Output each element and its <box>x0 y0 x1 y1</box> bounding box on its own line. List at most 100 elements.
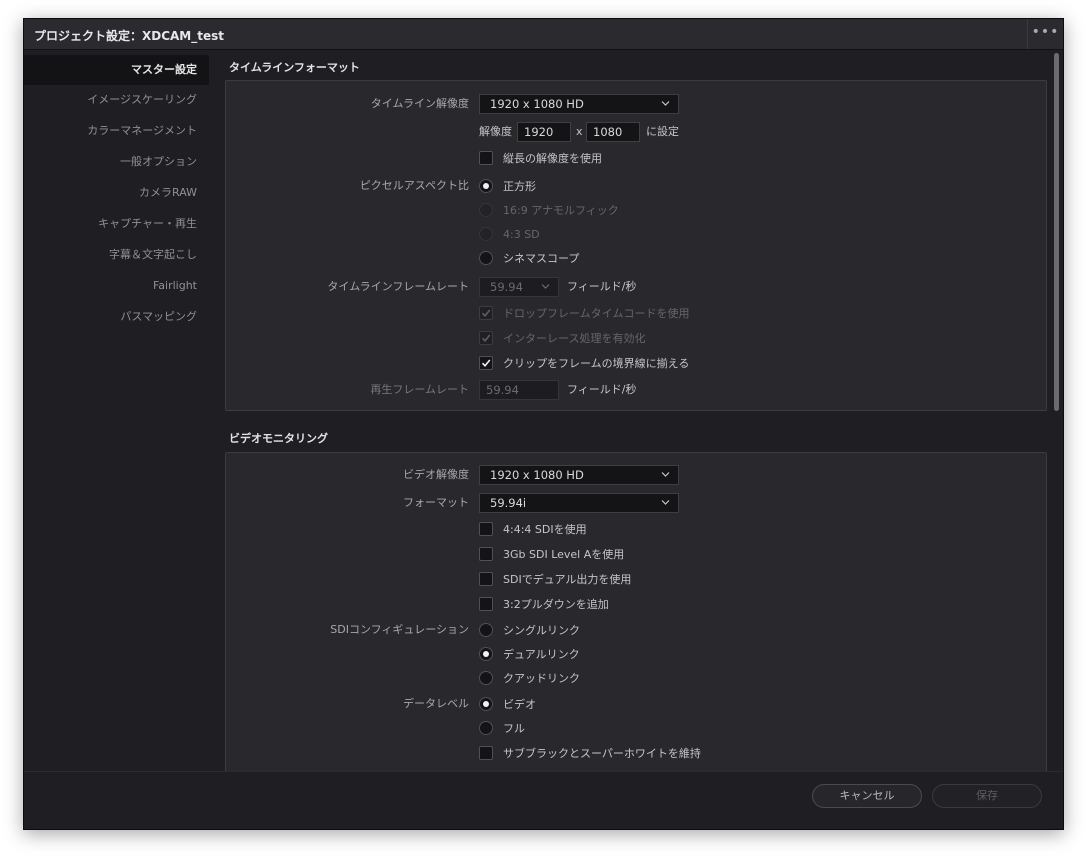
retain-sub-black-checkbox-row[interactable]: サブブラックとスーパーホワイトを維持 <box>479 743 701 763</box>
video-monitoring-title: ビデオモニタリング <box>229 432 328 445</box>
settings-sidebar: マスター設定 イメージスケーリング カラーマネージメント 一般オプション カメラ… <box>24 51 209 829</box>
interlace-label: インターレース処理を有効化 <box>503 332 646 345</box>
project-settings-window: プロジェクト設定：XDCAM_test ••• マスター設定 イメージスケーリン… <box>23 18 1064 830</box>
dual-output-label: SDIでデュアル出力を使用 <box>503 573 632 586</box>
timeline-frame-rate-value: 59.94 <box>490 280 523 294</box>
radio-disabled <box>479 227 493 241</box>
pixel-aspect-square-label: 正方形 <box>503 180 536 193</box>
radio-unselected[interactable] <box>479 721 493 735</box>
video-format-label: フォーマット <box>403 496 469 509</box>
fields-per-second-label: フィールド/秒 <box>567 280 637 293</box>
pixel-aspect-cinemascope-radio[interactable]: シネマスコープ <box>479 248 579 268</box>
sidebar-item-general-options[interactable]: 一般オプション <box>24 147 209 177</box>
use-3gb-sdi-label: 3Gb SDI Level Aを使用 <box>503 548 625 561</box>
vertical-resolution-label: 縦長の解像度を使用 <box>503 152 602 165</box>
retain-sub-black-label: サブブラックとスーパーホワイトを維持 <box>503 747 701 760</box>
clip-align-checkbox[interactable] <box>479 356 493 370</box>
timeline-resolution-label: タイムライン解像度 <box>370 97 469 110</box>
pixel-aspect-43sd-radio: 4:3 SD <box>479 224 540 244</box>
playback-frame-rate-label: 再生フレームレート <box>370 383 469 396</box>
sidebar-item-camera-raw[interactable]: カメラRAW <box>24 178 209 208</box>
radio-unselected[interactable] <box>479 251 493 265</box>
data-level-full-label: フル <box>503 722 525 735</box>
sidebar-item-master-settings[interactable]: マスター設定 <box>24 55 209 85</box>
data-level-full-radio[interactable]: フル <box>479 718 525 738</box>
resolution-width-input[interactable]: 1920 <box>517 122 571 142</box>
pulldown-checkbox[interactable] <box>479 597 493 611</box>
vertical-resolution-checkbox[interactable] <box>479 151 493 165</box>
window-title: プロジェクト設定：XDCAM_test <box>34 29 225 43</box>
retain-sub-black-checkbox[interactable] <box>479 746 493 760</box>
timeline-frame-rate-dropdown: 59.94 <box>479 277 559 297</box>
video-resolution-label: ビデオ解像度 <box>403 468 469 481</box>
use-3gb-sdi-checkbox-row[interactable]: 3Gb SDI Level Aを使用 <box>479 544 624 564</box>
use-3gb-sdi-checkbox[interactable] <box>479 547 493 561</box>
resolution-x-separator: x <box>576 125 583 138</box>
pixel-aspect-anamorphic-label: 16:9 アナモルフィック <box>503 204 619 217</box>
checkmark-icon <box>481 309 491 318</box>
title-bar: プロジェクト設定：XDCAM_test ••• <box>24 19 1063 50</box>
sdi-single-link-label: シングルリンク <box>503 624 580 637</box>
video-resolution-dropdown[interactable]: 1920 x 1080 HD <box>479 465 679 485</box>
scrollbar-thumb[interactable] <box>1054 53 1059 411</box>
timeline-resolution-dropdown[interactable]: 1920 x 1080 HD <box>479 94 679 114</box>
resolution-height-input[interactable]: 1080 <box>586 122 640 142</box>
sidebar-item-capture-playback[interactable]: キャプチャー・再生 <box>24 209 209 239</box>
interlace-checkbox <box>479 331 493 345</box>
use-444-sdi-checkbox[interactable] <box>479 522 493 536</box>
chevron-down-icon <box>661 99 670 107</box>
clip-align-label: クリップをフレームの境界線に揃える <box>503 357 690 370</box>
radio-selected[interactable] <box>479 697 493 711</box>
pulldown-checkbox-row[interactable]: 3:2プルダウンを追加 <box>479 594 609 614</box>
data-level-video-radio[interactable]: ビデオ <box>479 694 536 714</box>
sdi-dual-link-label: デュアルリンク <box>503 648 580 661</box>
radio-unselected[interactable] <box>479 623 493 637</box>
data-level-label: データレベル <box>403 697 469 710</box>
vertical-resolution-checkbox-row[interactable]: 縦長の解像度を使用 <box>479 148 602 168</box>
pulldown-label: 3:2プルダウンを追加 <box>503 598 609 611</box>
sidebar-item-color-management[interactable]: カラーマネージメント <box>24 116 209 146</box>
sdi-config-label: SDIコンフィギュレーション <box>330 623 469 636</box>
video-format-value: 59.94i <box>490 496 527 510</box>
custom-resolution-label: 解像度 <box>479 125 512 138</box>
dual-output-checkbox-row[interactable]: SDIでデュアル出力を使用 <box>479 569 631 589</box>
cancel-button[interactable]: キャンセル <box>812 784 922 808</box>
use-444-sdi-checkbox-row[interactable]: 4:4:4 SDIを使用 <box>479 519 587 539</box>
sdi-single-link-radio[interactable]: シングルリンク <box>479 620 580 640</box>
chevron-down-icon <box>661 470 670 478</box>
dual-output-checkbox[interactable] <box>479 572 493 586</box>
radio-selected[interactable] <box>479 647 493 661</box>
content-scrollbar[interactable] <box>1052 51 1061 771</box>
set-resolution-label: に設定 <box>646 125 679 138</box>
settings-content: タイムラインフォーマット タイムライン解像度 1920 x 1080 HD 解像… <box>210 51 1050 771</box>
drop-frame-checkbox-row: ドロップフレームタイムコードを使用 <box>479 303 689 323</box>
timeline-format-title: タイムラインフォーマット <box>229 61 360 74</box>
video-format-dropdown[interactable]: 59.94i <box>479 493 679 513</box>
pixel-aspect-square-radio[interactable]: 正方形 <box>479 176 536 196</box>
sdi-quad-link-radio[interactable]: クアッドリンク <box>479 668 580 688</box>
radio-selected[interactable] <box>479 179 493 193</box>
save-button: 保存 <box>932 784 1042 808</box>
video-monitoring-panel: ビデオ解像度 1920 x 1080 HD フォーマット 59.94i 4:4:… <box>225 452 1047 771</box>
sdi-dual-link-radio[interactable]: デュアルリンク <box>479 644 580 664</box>
chevron-down-icon <box>541 282 550 290</box>
pixel-aspect-label: ピクセルアスペクト比 <box>359 179 469 192</box>
radio-unselected[interactable] <box>479 671 493 685</box>
playback-fields-per-second-label: フィールド/秒 <box>567 383 637 396</box>
clip-align-checkbox-row[interactable]: クリップをフレームの境界線に揃える <box>479 353 689 373</box>
more-dots-icon[interactable]: ••• <box>1027 19 1063 49</box>
sidebar-item-fairlight[interactable]: Fairlight <box>24 271 209 301</box>
drop-frame-label: ドロップフレームタイムコードを使用 <box>503 307 690 320</box>
drop-frame-checkbox <box>479 306 493 320</box>
pixel-aspect-cinemascope-label: シネマスコープ <box>503 252 580 265</box>
use-444-sdi-label: 4:4:4 SDIを使用 <box>503 523 587 536</box>
dialog-footer: キャンセル 保存 <box>24 771 1063 829</box>
data-level-video-label: ビデオ <box>503 698 536 711</box>
playback-frame-rate-input: 59.94 <box>479 380 559 400</box>
sidebar-item-path-mapping[interactable]: パスマッピング <box>24 302 209 332</box>
pixel-aspect-43sd-label: 4:3 SD <box>503 227 540 241</box>
sidebar-item-image-scaling[interactable]: イメージスケーリング <box>24 85 209 115</box>
radio-disabled <box>479 203 493 217</box>
timeline-format-panel: タイムライン解像度 1920 x 1080 HD 解像度 1920 x 1080… <box>225 80 1047 411</box>
sidebar-item-subtitles[interactable]: 字幕＆文字起こし <box>24 240 209 270</box>
